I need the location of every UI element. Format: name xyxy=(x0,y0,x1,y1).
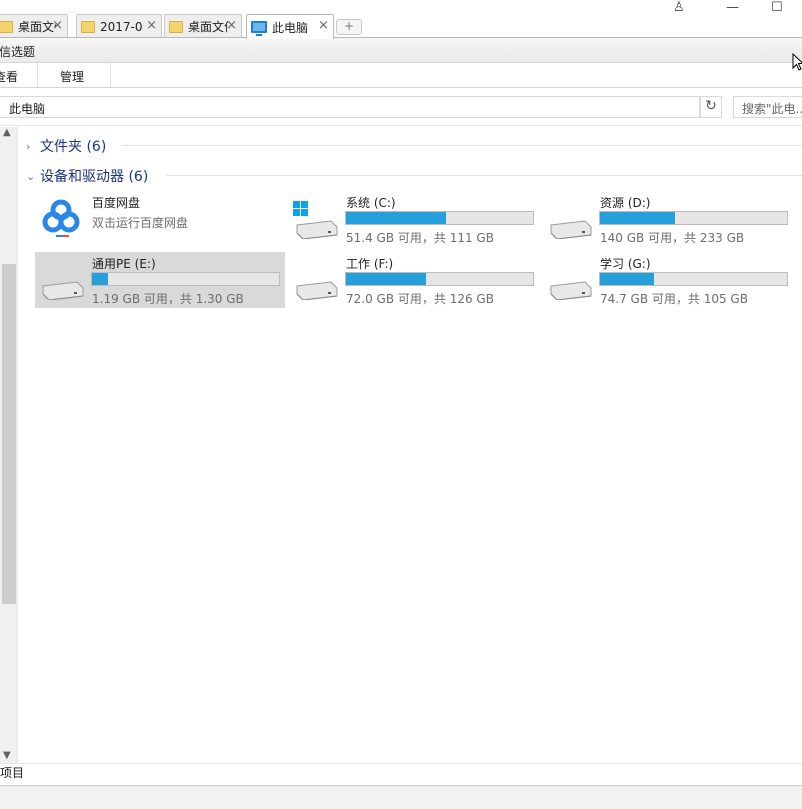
device-subtitle: 双击运行百度网盘 xyxy=(92,216,189,230)
scroll-up-icon[interactable]: ▲ xyxy=(3,127,11,138)
tab-desktop-files-2[interactable]: 桌面文件 × xyxy=(164,14,242,38)
tab-2017[interactable]: 2017-0 × xyxy=(76,14,162,38)
capacity-fill xyxy=(346,212,447,224)
address-row: 此电脑 ⌄ ↻ 搜索"此电... xyxy=(0,88,802,126)
drive-free-space: 1.19 GB 可用，共 1.30 GB xyxy=(92,292,244,306)
ribbon-title: 信选题 xyxy=(0,45,36,59)
hard-drive-icon xyxy=(42,281,84,300)
minimize-button[interactable]: — xyxy=(726,0,739,15)
drive-name: 学习 (G:) xyxy=(600,257,651,271)
baidu-netdisk-icon xyxy=(41,197,81,237)
ribbon-tabs: 查看 管理 xyxy=(0,63,802,88)
drive-name: 工作 (F:) xyxy=(346,257,394,271)
tab-label: 桌面文件 xyxy=(18,20,56,34)
search-input[interactable]: 搜索"此电... xyxy=(733,96,802,118)
bottom-strip xyxy=(0,785,802,809)
capacity-fill xyxy=(600,273,655,285)
tab-desktop-files-1[interactable]: 桌面文件 × xyxy=(0,14,68,38)
capacity-fill xyxy=(92,273,108,285)
vertical-scrollbar[interactable]: ▲ ▼ xyxy=(0,127,17,763)
user-icon[interactable]: ♙ xyxy=(673,0,685,15)
device-name: 百度网盘 xyxy=(92,196,141,210)
drive-free-space: 140 GB 可用，共 233 GB xyxy=(600,231,745,245)
group-divider xyxy=(166,175,802,176)
chevron-down-icon: ⌄ xyxy=(26,169,36,183)
drive-name: 资源 (D:) xyxy=(600,196,651,210)
drive-free-space: 51.4 GB 可用，共 111 GB xyxy=(346,231,494,245)
scroll-thumb[interactable] xyxy=(2,264,16,604)
capacity-bar xyxy=(345,211,534,225)
tab-this-pc[interactable]: 此电脑 × xyxy=(246,14,334,39)
drive-c[interactable]: 系统 (C:) 51.4 GB 可用，共 111 GB xyxy=(289,191,539,247)
hard-drive-icon xyxy=(550,281,592,300)
group-folders[interactable]: › 文件夹 (6) xyxy=(26,136,106,156)
pane-separator xyxy=(17,127,18,763)
group-devices-label: 设备和驱动器 (6) xyxy=(40,169,149,185)
close-tab-icon[interactable]: × xyxy=(52,18,63,34)
ribbon-divider xyxy=(110,63,111,87)
ribbon-divider xyxy=(37,63,38,87)
status-items-label: 项目 xyxy=(0,766,25,780)
group-divider xyxy=(122,145,802,146)
device-baidu-netdisk[interactable]: 百度网盘 双击运行百度网盘 xyxy=(35,191,285,247)
scroll-down-icon[interactable]: ▼ xyxy=(3,750,11,761)
chevron-right-icon: › xyxy=(26,139,31,153)
capacity-bar xyxy=(345,272,534,286)
ribbon-tab-view[interactable]: 查看 xyxy=(0,68,18,85)
tab-label: 2017-0 xyxy=(100,19,143,34)
drive-free-space: 74.7 GB 可用，共 105 GB xyxy=(600,292,748,306)
address-bar[interactable]: 此电脑 ⌄ xyxy=(0,96,700,118)
ribbon-tab-manage[interactable]: 管理 xyxy=(60,68,84,85)
this-pc-icon xyxy=(251,21,267,36)
windows-logo-icon xyxy=(293,201,308,216)
drive-g[interactable]: 学习 (G:) 74.7 GB 可用，共 105 GB xyxy=(543,252,793,308)
chevron-down-icon[interactable]: ⌄ xyxy=(9,100,695,111)
tab-strip: 桌面文件 × 2017-0 × 桌面文件 × 此电脑 × + ♙ — ☐ xyxy=(0,0,802,39)
close-tab-icon[interactable]: × xyxy=(146,18,157,34)
drive-f[interactable]: 工作 (F:) 72.0 GB 可用，共 126 GB xyxy=(289,252,539,308)
folder-icon xyxy=(81,20,95,33)
drive-e[interactable]: 通用PE (E:) 1.19 GB 可用，共 1.30 GB xyxy=(35,252,285,308)
maximize-button[interactable]: ☐ xyxy=(771,0,783,15)
capacity-bar xyxy=(599,272,788,286)
new-tab-button[interactable]: + xyxy=(336,19,362,35)
capacity-bar xyxy=(91,272,280,286)
hard-drive-icon xyxy=(296,220,338,239)
refresh-button[interactable]: ↻ xyxy=(700,96,722,118)
drive-name: 通用PE (E:) xyxy=(92,257,156,271)
folder-icon xyxy=(0,20,13,33)
drive-name: 系统 (C:) xyxy=(346,196,396,210)
close-tab-icon[interactable]: × xyxy=(226,18,237,34)
tab-label: 桌面文件 xyxy=(188,20,228,34)
drive-free-space: 72.0 GB 可用，共 126 GB xyxy=(346,292,494,306)
hard-drive-icon xyxy=(296,281,338,300)
tab-label: 此电脑 xyxy=(272,20,309,35)
hard-drive-icon xyxy=(550,220,592,239)
mouse-cursor-icon xyxy=(792,53,802,71)
drive-d[interactable]: 资源 (D:) 140 GB 可用，共 233 GB xyxy=(543,191,793,247)
group-folders-label: 文件夹 (6) xyxy=(40,139,107,155)
close-tab-icon[interactable]: × xyxy=(318,18,329,34)
search-placeholder: 搜索"此电... xyxy=(742,102,802,116)
status-bar: 项目 xyxy=(0,763,802,785)
capacity-bar xyxy=(599,211,788,225)
capacity-fill xyxy=(346,273,427,285)
capacity-fill xyxy=(600,212,675,224)
group-devices[interactable]: ⌄ 设备和驱动器 (6) xyxy=(26,166,148,186)
folder-icon xyxy=(169,20,183,33)
ribbon-title-bar: 信选题 xyxy=(0,38,802,63)
